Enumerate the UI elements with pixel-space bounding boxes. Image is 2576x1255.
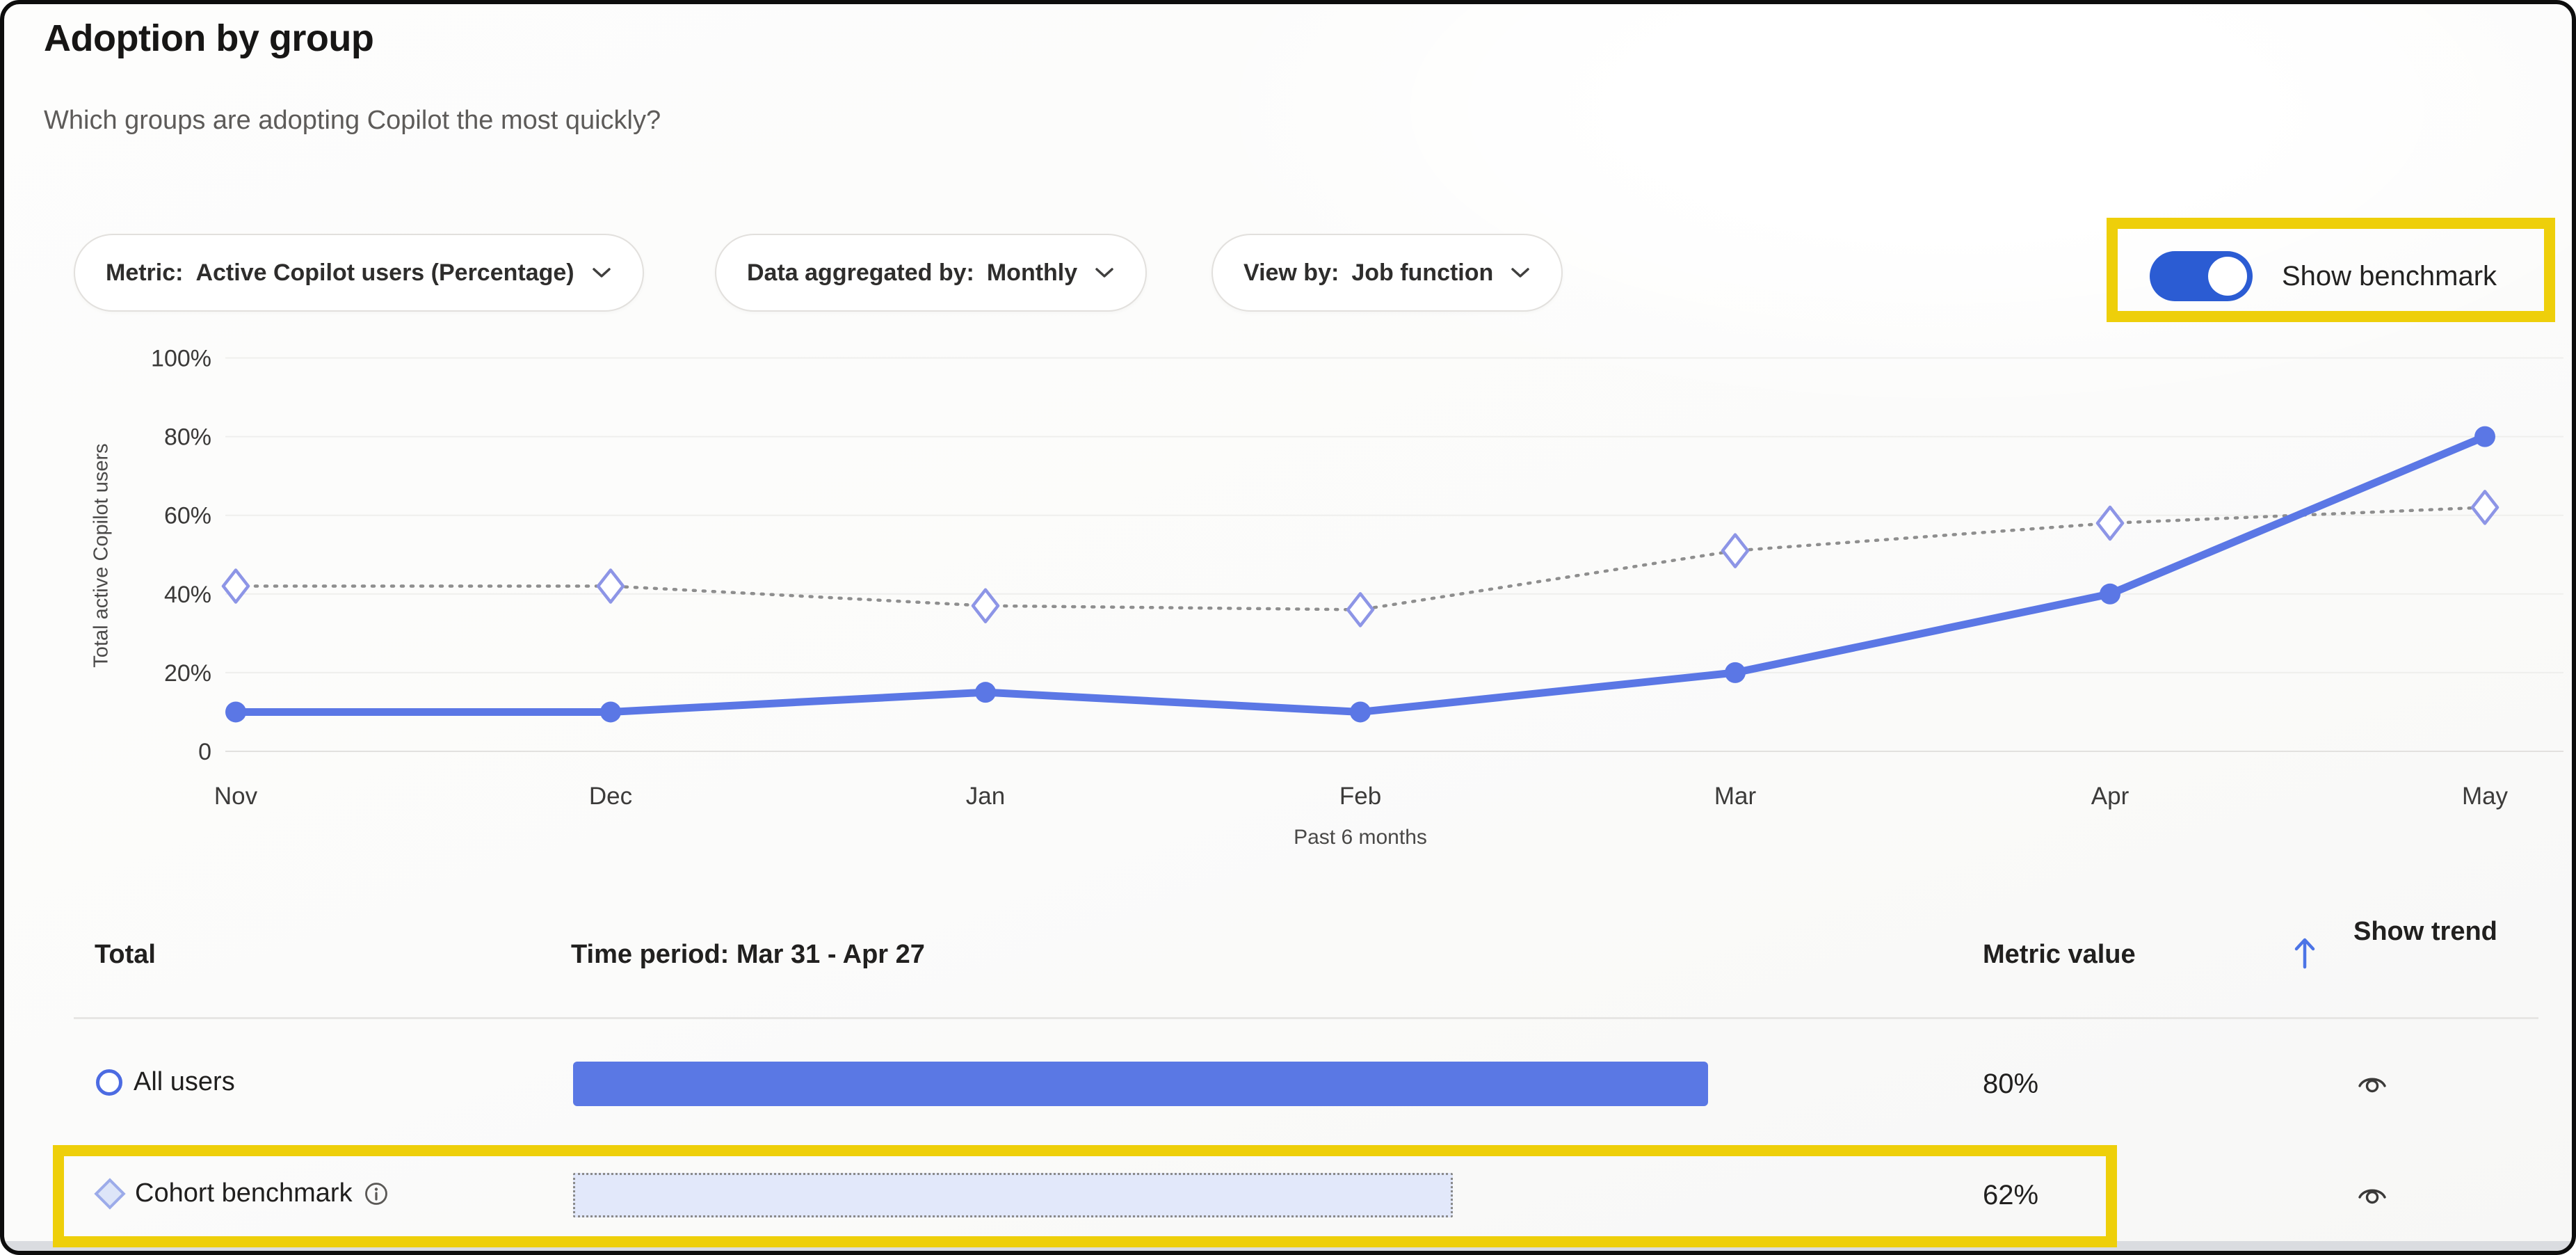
benchmark-series-marker-icon bbox=[94, 1178, 125, 1209]
svg-text:100%: 100% bbox=[151, 346, 211, 372]
y-axis-label: Total active Copilot users bbox=[90, 396, 113, 716]
all-users-metric-value: 80% bbox=[1983, 1069, 2038, 1100]
table-row-all-users: All users bbox=[96, 1067, 235, 1097]
sort-ascending-icon[interactable] bbox=[2291, 935, 2319, 971]
info-icon[interactable] bbox=[364, 1181, 389, 1206]
svg-text:40%: 40% bbox=[164, 582, 211, 608]
svg-text:Apr: Apr bbox=[2091, 783, 2130, 810]
metric-bar bbox=[573, 1173, 1453, 1217]
svg-text:20%: 20% bbox=[164, 660, 211, 687]
svg-text:Mar: Mar bbox=[1714, 783, 1757, 810]
svg-text:Feb: Feb bbox=[1339, 783, 1381, 810]
benchmark-row-label: Cohort benchmark bbox=[135, 1178, 353, 1208]
svg-text:May: May bbox=[2462, 783, 2509, 810]
all-users-row-label: All users bbox=[134, 1067, 235, 1097]
table-row-cohort-benchmark: Cohort benchmark bbox=[96, 1178, 389, 1208]
show-benchmark-toggle[interactable] bbox=[2150, 251, 2253, 301]
benchmark-metric-value: 62% bbox=[1983, 1180, 2038, 1211]
all-users-series-marker-icon bbox=[96, 1069, 122, 1096]
table-header-period: Time period: Mar 31 - Apr 27 bbox=[571, 940, 925, 970]
svg-text:60%: 60% bbox=[164, 503, 211, 529]
metric-bar bbox=[573, 1062, 1708, 1106]
table-header-metric-value: Metric value bbox=[1983, 940, 2136, 970]
show-trend-eye-icon[interactable] bbox=[2355, 1177, 2390, 1212]
toggle-knob bbox=[2208, 257, 2247, 296]
bottom-edge-strip bbox=[4, 1241, 2572, 1251]
svg-text:Dec: Dec bbox=[589, 783, 632, 810]
table-header-total: Total bbox=[95, 940, 156, 970]
adoption-by-group-panel: Adoption by group Which groups are adopt… bbox=[0, 0, 2576, 1255]
svg-text:Nov: Nov bbox=[214, 783, 258, 810]
show-benchmark-label: Show benchmark bbox=[2282, 261, 2497, 292]
svg-text:0: 0 bbox=[198, 739, 211, 765]
adoption-line-chart: 100% 80% 60% 40% 20% 0Nov Dec Jan Feb Mar Apr May Pa… bbox=[4, 4, 2576, 881]
table-header-divider bbox=[74, 1017, 2538, 1019]
table-header-show-trend: Show trend bbox=[2353, 911, 2520, 953]
svg-text:Jan: Jan bbox=[966, 783, 1005, 810]
show-trend-eye-icon[interactable] bbox=[2355, 1066, 2390, 1101]
svg-text:Past 6 months: Past 6 months bbox=[1294, 826, 1427, 849]
svg-text:80%: 80% bbox=[164, 424, 211, 451]
